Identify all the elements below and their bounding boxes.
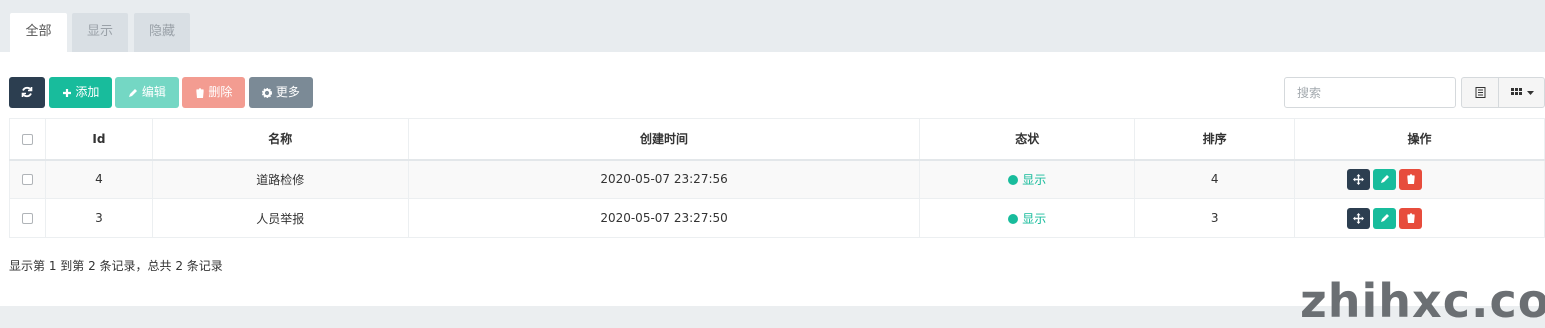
data-table: Id 名称 创建时间 态状 排序 操作 4 道路检修 2020-05-07 23… bbox=[9, 118, 1545, 238]
table-row: 4 道路检修 2020-05-07 23:27:56 显示 4 bbox=[9, 159, 1545, 199]
cell-name: 道路检修 bbox=[151, 159, 409, 199]
trash-icon bbox=[195, 88, 204, 99]
cell-id: 4 bbox=[44, 159, 153, 199]
header-sort[interactable]: 排序 bbox=[1134, 118, 1296, 161]
tab-hide[interactable]: 隐藏 bbox=[134, 13, 190, 52]
row-checkbox[interactable] bbox=[21, 213, 33, 224]
header-status[interactable]: 态状 bbox=[919, 118, 1136, 161]
table-header-row: Id 名称 创建时间 态状 排序 操作 bbox=[9, 118, 1545, 161]
header-name[interactable]: 名称 bbox=[151, 118, 409, 161]
row-select-cell[interactable] bbox=[9, 159, 46, 199]
status-dot-icon bbox=[1008, 213, 1019, 224]
tab-all[interactable]: 全部 bbox=[10, 13, 67, 52]
row-checkbox[interactable] bbox=[21, 174, 33, 186]
list-icon bbox=[1475, 87, 1486, 98]
toggle-view-button[interactable] bbox=[1461, 77, 1499, 108]
cell-created: 2020-05-07 23:27:56 bbox=[407, 159, 921, 199]
cell-id: 3 bbox=[44, 198, 153, 238]
cell-name: 人员举报 bbox=[151, 198, 409, 238]
pencil-icon bbox=[1380, 175, 1389, 184]
cell-actions bbox=[1294, 159, 1545, 199]
status-dot-icon bbox=[1008, 174, 1019, 185]
move-icon bbox=[1353, 173, 1365, 185]
grid-icon bbox=[1511, 88, 1522, 95]
pagination-summary: 显示第 1 到第 2 条记录，总共 2 条记录 bbox=[9, 259, 223, 273]
select-all-cell[interactable] bbox=[9, 118, 46, 161]
header-id[interactable]: Id bbox=[44, 118, 153, 161]
drag-button[interactable] bbox=[1347, 168, 1371, 190]
status-toggle[interactable]: 显示 bbox=[1008, 212, 1046, 226]
columns-button[interactable] bbox=[1498, 77, 1545, 108]
header-actions: 操作 bbox=[1294, 118, 1545, 161]
more-button-label: 更多 bbox=[275, 85, 300, 99]
row-edit-button[interactable] bbox=[1373, 168, 1397, 190]
pencil-icon bbox=[1380, 214, 1389, 222]
select-all-checkbox[interactable] bbox=[21, 133, 33, 145]
add-button-label: 添加 bbox=[75, 85, 100, 99]
cell-actions bbox=[1294, 198, 1545, 238]
trash-icon bbox=[1406, 213, 1415, 223]
edit-button[interactable]: 编辑 bbox=[115, 77, 179, 108]
more-button[interactable]: 更多 bbox=[249, 77, 313, 108]
content-panel: 添加 编辑 删除 更多 Id 名称 创建时间 态状 排序 操作 bbox=[0, 52, 1545, 306]
plus-icon bbox=[62, 89, 71, 97]
tab-show[interactable]: 显示 bbox=[72, 13, 128, 52]
row-select-cell[interactable] bbox=[9, 198, 46, 238]
delete-button[interactable]: 删除 bbox=[182, 77, 245, 108]
search-input[interactable] bbox=[1284, 77, 1456, 108]
edit-button-label: 编辑 bbox=[141, 85, 166, 99]
refresh-icon bbox=[21, 86, 33, 98]
header-created[interactable]: 创建时间 bbox=[407, 118, 921, 161]
status-label: 显示 bbox=[1022, 172, 1047, 187]
caret-down-icon bbox=[1527, 91, 1534, 95]
delete-button-label: 删除 bbox=[208, 85, 233, 99]
tab-bar: 全部 显示 隐藏 bbox=[0, 0, 1545, 52]
gear-icon bbox=[261, 87, 273, 99]
cell-created: 2020-05-07 23:27:50 bbox=[407, 198, 921, 238]
move-icon bbox=[1353, 212, 1365, 224]
row-delete-button[interactable] bbox=[1399, 168, 1423, 190]
cell-status: 显示 bbox=[919, 159, 1136, 199]
add-button[interactable]: 添加 bbox=[49, 77, 112, 108]
cell-status: 显示 bbox=[919, 198, 1136, 238]
refresh-button[interactable] bbox=[9, 77, 45, 108]
drag-button[interactable] bbox=[1347, 207, 1371, 229]
status-label: 显示 bbox=[1022, 211, 1047, 226]
status-toggle[interactable]: 显示 bbox=[1008, 173, 1046, 187]
cell-sort: 4 bbox=[1134, 159, 1296, 199]
row-delete-button[interactable] bbox=[1399, 207, 1423, 229]
row-edit-button[interactable] bbox=[1373, 207, 1397, 229]
cell-sort: 3 bbox=[1134, 198, 1296, 238]
watermark: zhihxc.com bbox=[1300, 274, 1545, 328]
trash-icon bbox=[1406, 174, 1415, 185]
table-row: 3 人员举报 2020-05-07 23:27:50 显示 3 bbox=[9, 198, 1545, 238]
pencil-icon bbox=[129, 89, 138, 97]
